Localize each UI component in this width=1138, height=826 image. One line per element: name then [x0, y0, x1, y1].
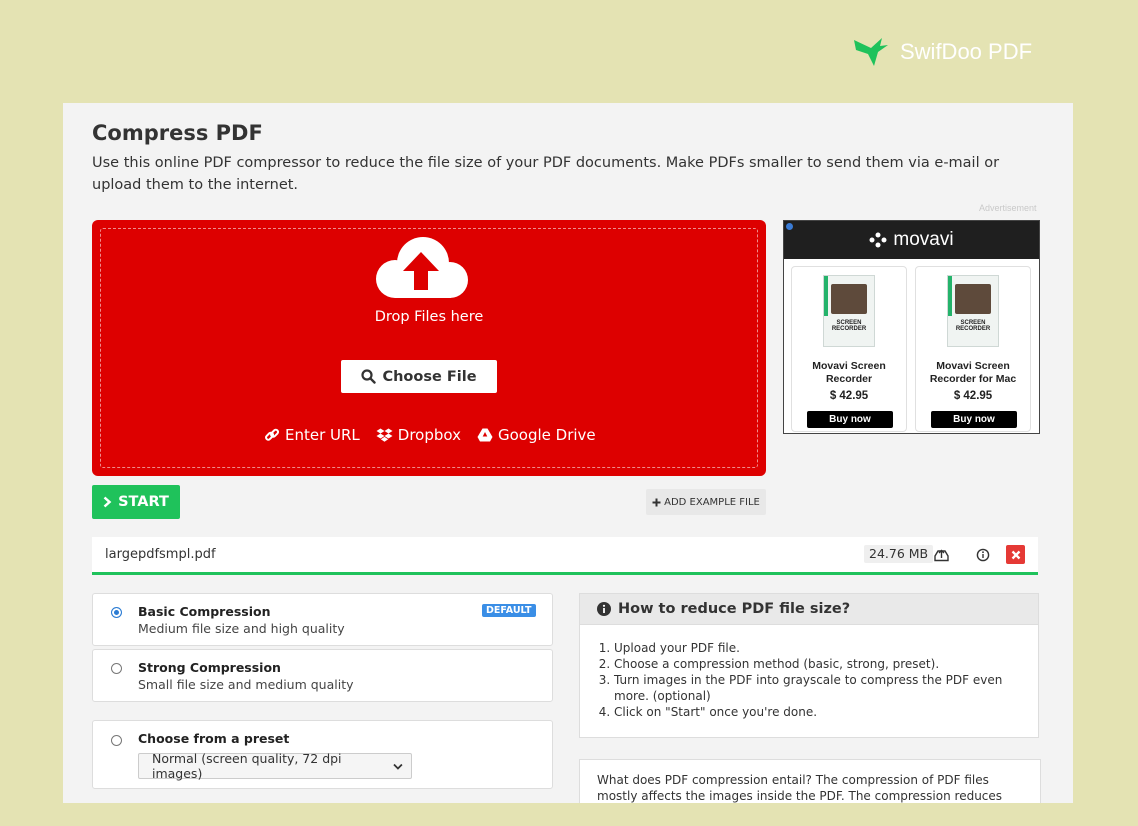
howto-step: Turn images in the PDF into grayscale to…: [614, 672, 1018, 704]
file-info-button[interactable]: [973, 545, 992, 564]
option-title: Basic Compression: [138, 604, 271, 619]
howto-title: How to reduce PDF file size?: [618, 601, 851, 617]
howto-box: How to reduce PDF file size? Upload your…: [579, 593, 1039, 738]
option-subtitle: Small file size and medium quality: [138, 677, 354, 692]
page-title: Compress PDF: [92, 121, 263, 145]
cloud-upload-icon: [376, 237, 468, 298]
radio-preset[interactable]: [111, 735, 122, 746]
drop-files-text: Drop Files here: [374, 309, 484, 325]
choose-file-button[interactable]: Choose File: [341, 360, 497, 393]
remove-file-button[interactable]: [1006, 545, 1025, 564]
enter-url-label: Enter URL: [285, 426, 360, 444]
main-panel: Compress PDF Use this online PDF compres…: [63, 103, 1073, 803]
product-box-image: SCREEN RECORDER: [823, 275, 875, 347]
ad-product-card[interactable]: SCREEN RECORDER Movavi Screen Recorder f…: [915, 266, 1031, 432]
chevron-right-icon: [103, 496, 112, 508]
search-icon: [361, 369, 377, 384]
link-icon: [265, 428, 280, 441]
ad-brand: movavi: [893, 229, 954, 250]
dropbox-icon: [376, 428, 393, 442]
ad-header: movavi: [784, 221, 1039, 259]
brand-name: SwifDoo PDF: [900, 39, 1033, 64]
ad-choices-icon[interactable]: [786, 223, 793, 230]
option-title: Strong Compression: [138, 660, 281, 675]
radio-strong-compression[interactable]: [111, 663, 122, 674]
advertisement-label: Advertisement: [979, 203, 1037, 213]
howto-body: Upload your PDF file. Choose a compressi…: [579, 625, 1039, 738]
info-circle-icon: [597, 602, 611, 616]
drive-upload-icon: [934, 549, 949, 561]
page-description: Use this online PDF compressor to reduce…: [92, 155, 1000, 193]
howto-step: Upload your PDF file.: [614, 640, 1018, 656]
upload-sources: Enter URL Dropbox Google Drive: [264, 426, 596, 444]
option-preset[interactable]: Choose from a preset Normal (screen qual…: [92, 720, 553, 789]
buy-now-button[interactable]: Buy now: [931, 411, 1017, 428]
product-box-label: SCREEN RECORDER: [831, 320, 867, 332]
howto-header: How to reduce PDF file size?: [579, 593, 1039, 625]
chevron-down-icon: [393, 763, 403, 770]
product-name: Movavi Screen Recorder: [812, 360, 886, 385]
preset-selected-value: Normal (screen quality, 72 dpi images): [152, 751, 342, 781]
info-box: What does PDF compression entail? The co…: [579, 759, 1041, 803]
file-settings-button[interactable]: [932, 545, 951, 564]
info-icon: [976, 548, 989, 561]
radio-basic-compression[interactable]: [111, 607, 122, 618]
dropbox-link[interactable]: Dropbox: [376, 426, 461, 444]
howto-steps: Upload your PDF file. Choose a compressi…: [580, 625, 1038, 720]
product-box-image: SCREEN RECORDER: [947, 275, 999, 347]
buy-now-button[interactable]: Buy now: [807, 411, 893, 428]
enter-url-link[interactable]: Enter URL: [264, 426, 360, 444]
plus-icon: [652, 498, 661, 506]
option-strong-compression[interactable]: Strong Compression Small file size and m…: [92, 649, 553, 702]
dropbox-label: Dropbox: [397, 426, 461, 444]
start-label: START: [118, 494, 169, 510]
option-subtitle: Medium file size and high quality: [138, 621, 345, 636]
upload-dropzone[interactable]: Drop Files here Choose File Enter URL Dr…: [92, 220, 766, 476]
product-box-label: SCREEN RECORDER: [955, 320, 991, 332]
add-example-label: ADD EXAMPLE FILE: [664, 496, 760, 508]
product-price: $ 42.95: [953, 390, 993, 402]
swift-bird-icon: [854, 38, 888, 66]
swifdoo-logo[interactable]: SwifDoo PDF: [852, 36, 1032, 68]
option-basic-compression[interactable]: Basic Compression Medium file size and h…: [92, 593, 553, 646]
default-badge: DEFAULT: [482, 604, 536, 617]
file-size: 24.76 MB: [864, 545, 934, 563]
add-example-file-button[interactable]: ADD EXAMPLE FILE: [646, 489, 766, 515]
preset-select[interactable]: Normal (screen quality, 72 dpi images): [138, 751, 412, 781]
start-button[interactable]: START: [92, 485, 180, 519]
ad-banner[interactable]: movavi SCREEN RECORDER Movavi Screen Rec…: [783, 220, 1040, 434]
file-name: largepdfsmpl.pdf: [105, 547, 216, 562]
google-drive-link[interactable]: Google Drive: [477, 426, 596, 444]
option-title: Choose from a preset: [138, 731, 290, 746]
product-name: Movavi Screen Recorder for Mac: [929, 360, 1017, 385]
uploaded-file-row: largepdfsmpl.pdf 24.76 MB: [92, 537, 1038, 575]
choose-file-label: Choose File: [382, 368, 477, 385]
google-drive-label: Google Drive: [498, 426, 596, 444]
howto-step: Click on "Start" once you're done.: [614, 704, 1018, 720]
close-icon: [1011, 550, 1020, 559]
info-text: What does PDF compression entail? The co…: [597, 773, 1003, 803]
ad-product-card[interactable]: SCREEN RECORDER Movavi Screen Recorder $…: [791, 266, 907, 432]
movavi-logo-icon: [869, 232, 887, 248]
howto-step: Choose a compression method (basic, stro…: [614, 656, 1018, 672]
product-price: $ 42.95: [829, 390, 869, 402]
google-drive-icon: [477, 428, 493, 442]
